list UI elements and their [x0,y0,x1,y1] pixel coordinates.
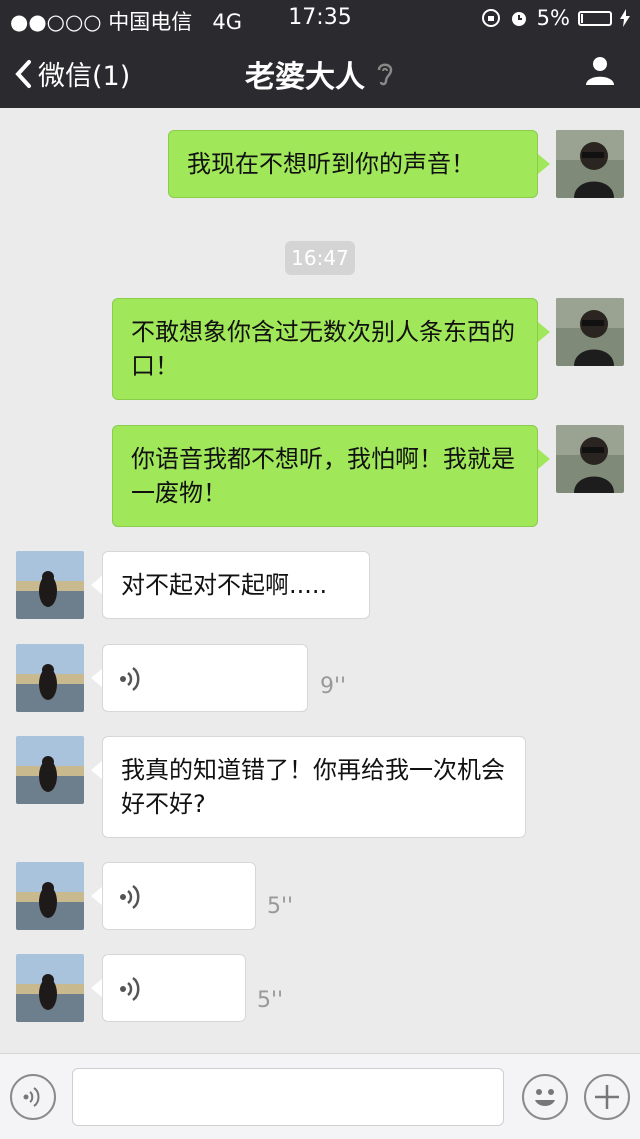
voice-wave-icon [120,976,140,1002]
plus-icon [595,1085,619,1109]
message-text: 我真的知道错了！你再给我一次机会好不好? [121,756,505,818]
more-button[interactable] [584,1074,630,1120]
bubble-tail [538,449,550,469]
avatar-me-image [556,130,624,198]
avatar-her-image [16,862,84,930]
rotation-lock-icon [481,9,500,27]
status-right: 5% [481,6,630,30]
avatar-me[interactable] [556,425,624,493]
sent-bubble[interactable]: 你语音我都不想听，我怕啊！我就是一废物！ [112,425,538,527]
chat-title: 老婆大人 [0,52,640,96]
avatar-her-image [16,954,84,1022]
status-bar: ●●○○○ 中国电信 4G 17:35 5% [0,0,640,36]
avatar-her[interactable] [16,644,84,712]
chat-area[interactable]: 我现在不想听到你的声音！ 16:47 不敢想象你含过无数次别人条东西的口！ 你语… [0,108,640,1053]
alarm-icon [511,12,526,26]
avatar-her[interactable] [16,551,84,619]
input-bar [0,1053,640,1139]
voice-duration: 5'' [257,988,284,1013]
avatar-me[interactable] [556,298,624,366]
avatar-her[interactable] [16,954,84,1022]
voice-message-bubble[interactable] [102,862,256,930]
avatar-me-image [556,425,624,493]
received-bubble[interactable]: 我真的知道错了！你再给我一次机会好不好? [102,736,526,838]
person-icon [586,57,614,85]
ear-icon [377,63,393,86]
voice-wave-icon [120,666,140,692]
avatar-her-image [16,551,84,619]
bubble-tail [538,154,550,174]
voice-message-bubble[interactable] [102,954,246,1022]
sent-bubble[interactable]: 不敢想象你含过无数次别人条东西的口！ [112,298,538,400]
message-text: 我现在不想听到你的声音！ [187,150,475,178]
avatar-me[interactable] [556,130,624,198]
emoji-button[interactable] [522,1074,568,1120]
message-text: 你语音我都不想听，我怕啊！我就是一废物！ [131,445,515,507]
battery-fill [581,13,583,23]
avatar-her-image [16,644,84,712]
voice-mode-button[interactable] [10,1074,56,1120]
avatar-her-image [16,736,84,804]
voice-wave-icon [120,884,140,910]
nav-bar: 微信(1) 老婆大人 [0,36,640,108]
bubble-tail [538,322,550,342]
battery-icon [578,10,612,26]
avatar-me-image [556,298,624,366]
chat-title-text: 老婆大人 [245,60,365,95]
emoji-icon [535,1089,555,1106]
voice-duration: 9'' [320,674,347,699]
battery-percent: 5% [536,6,570,30]
top-bar: ●●○○○ 中国电信 4G 17:35 5% 微信(1) 老婆大人 [0,0,640,108]
received-bubble[interactable]: 对不起对不起啊..... [102,551,370,619]
sent-bubble[interactable]: 我现在不想听到你的声音！ [168,130,538,198]
chat-timestamp: 16:47 [285,241,355,275]
charging-bolt-icon [620,9,630,27]
voice-wave-icon [23,1087,40,1107]
chat-info-button[interactable] [584,54,616,90]
avatar-her[interactable] [16,862,84,930]
avatar-her[interactable] [16,736,84,804]
message-input[interactable] [72,1068,504,1126]
message-text: 不敢想象你含过无数次别人条东西的口！ [131,318,515,380]
message-text: 对不起对不起啊..... [121,571,328,599]
voice-duration: 5'' [267,894,294,919]
voice-message-bubble[interactable] [102,644,308,712]
